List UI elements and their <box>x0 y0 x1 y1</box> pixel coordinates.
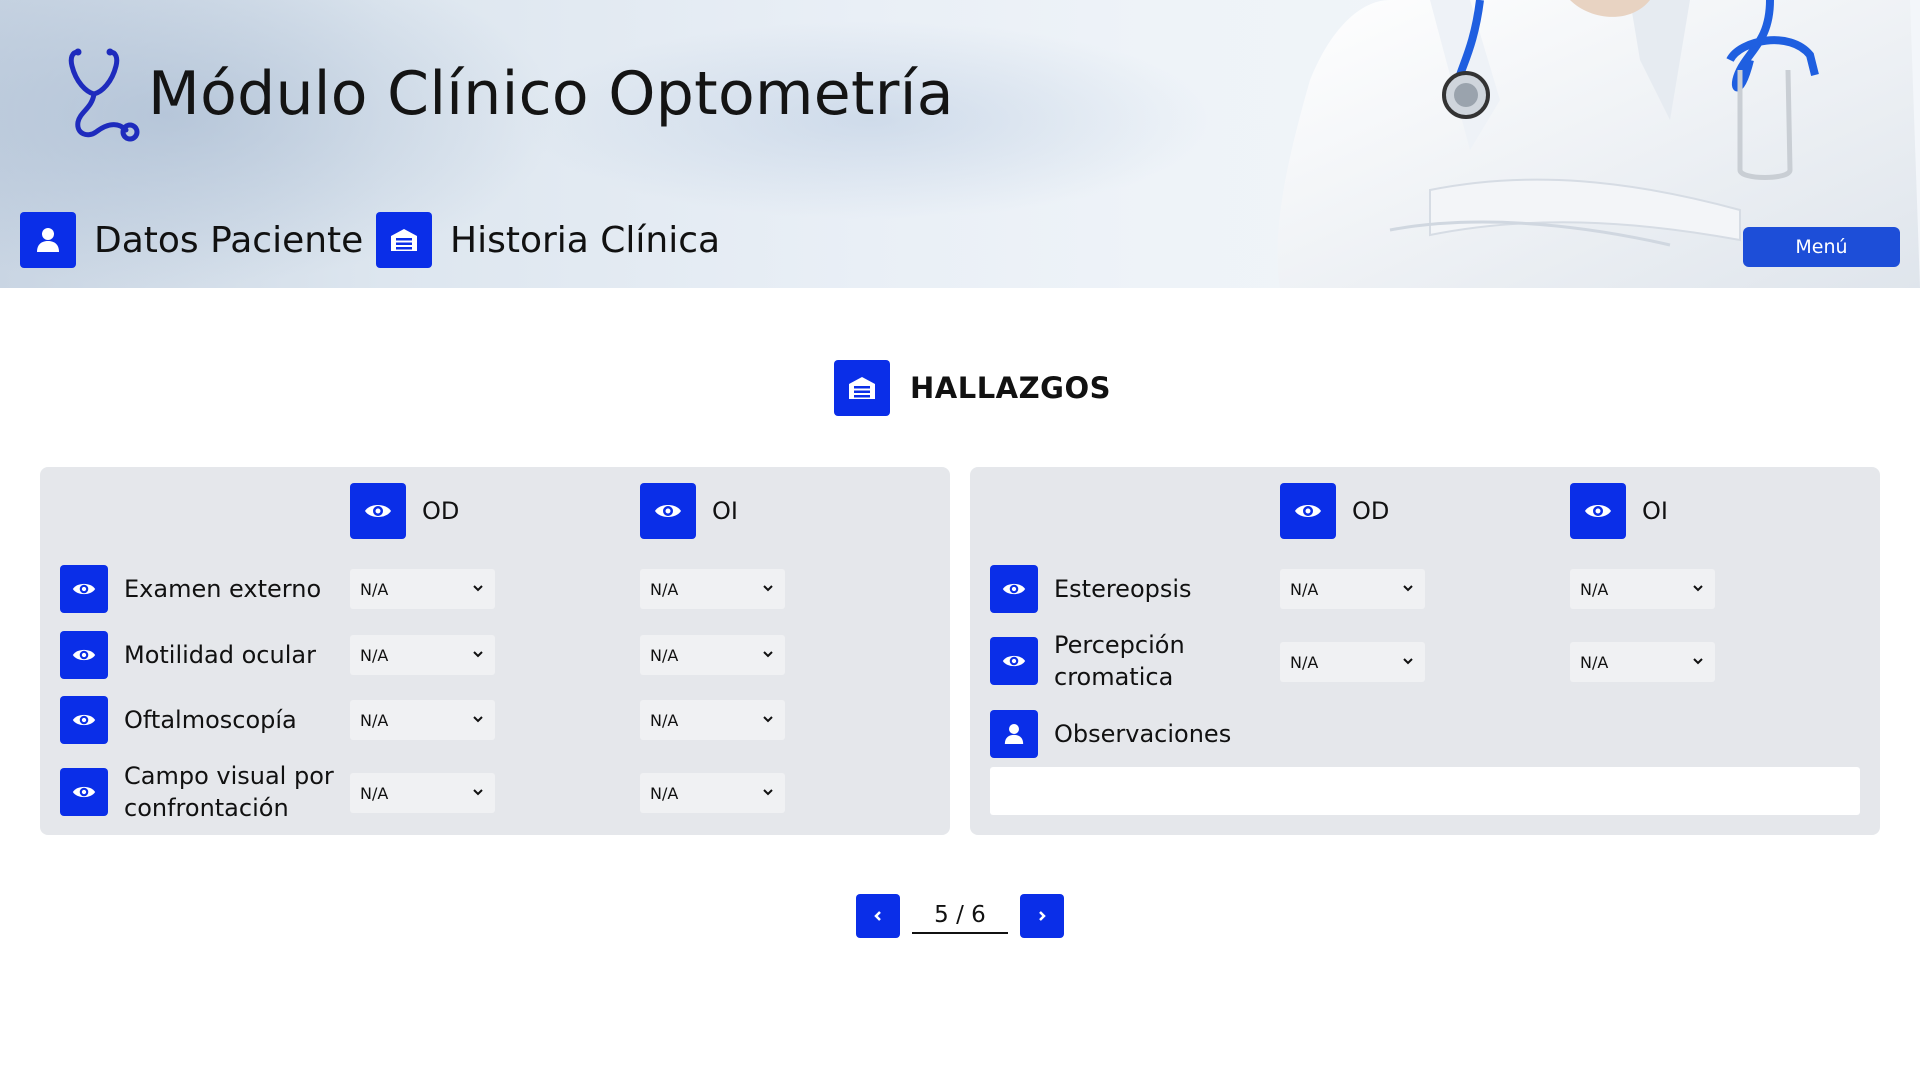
stethoscope-icon <box>68 48 140 142</box>
next-page-button[interactable] <box>1020 894 1064 938</box>
eye-icon <box>990 565 1038 613</box>
app-title: Módulo Clínico Optometría <box>148 59 954 129</box>
chevron-right-icon <box>1039 911 1046 921</box>
select-wrapper: N/A <box>1570 569 1715 609</box>
examen-externo-oi-select[interactable]: N/A <box>640 569 785 609</box>
observaciones-label: Observaciones <box>1054 720 1232 748</box>
nav-historia-clinica[interactable]: Historia Clínica <box>376 212 720 268</box>
row-motilidad-ocular: Motilidad ocular <box>60 631 316 679</box>
nav-historia-clinica-label: Historia Clínica <box>450 219 721 261</box>
row-examen-externo: Examen externo <box>60 565 321 613</box>
row-label: Campo visual por confrontación <box>124 760 334 824</box>
clinic-icon <box>834 360 890 416</box>
examen-externo-od-select[interactable]: N/A <box>350 569 495 609</box>
row-label-line: Percepción <box>1054 631 1185 659</box>
menu-button[interactable]: Menú <box>1743 227 1900 267</box>
campo-visual-oi-select[interactable]: N/A <box>640 773 785 813</box>
select-wrapper: N/A <box>1570 642 1715 682</box>
clinic-icon <box>376 212 432 268</box>
section-title: HALLAZGOS <box>834 360 1111 416</box>
oftalmoscopia-oi-select[interactable]: N/A <box>640 700 785 740</box>
column-oi-label: OI <box>712 497 738 525</box>
select-wrapper: N/A <box>640 773 785 813</box>
row-oftalmoscopia: Oftalmoscopía <box>60 696 297 744</box>
eye-icon <box>1570 483 1626 539</box>
select-wrapper: N/A <box>350 569 495 609</box>
column-oi-label: OI <box>1642 497 1668 525</box>
section-title-label: HALLAZGOS <box>910 371 1111 405</box>
select-wrapper: N/A <box>640 635 785 675</box>
page-indicator: 5 / 6 <box>912 898 1008 934</box>
row-label: Oftalmoscopía <box>124 706 297 734</box>
row-campo-visual: Campo visual por confrontación <box>60 760 334 824</box>
campo-visual-od-select[interactable]: N/A <box>350 773 495 813</box>
nav-datos-paciente-label: Datos Paciente <box>94 219 364 261</box>
eye-icon <box>60 768 108 816</box>
column-od-label: OD <box>422 497 460 525</box>
select-wrapper: N/A <box>640 569 785 609</box>
app-title-group: Módulo Clínico Optometría <box>66 46 954 142</box>
observaciones-input[interactable] <box>990 767 1860 815</box>
select-wrapper: N/A <box>1280 642 1425 682</box>
row-estereopsis: Estereopsis <box>990 565 1192 613</box>
estereopsis-od-select[interactable]: N/A <box>1280 569 1425 609</box>
eye-icon <box>60 565 108 613</box>
chevron-left-icon <box>874 911 881 921</box>
column-header-oi: OI <box>640 483 738 539</box>
row-label-line: Campo visual por <box>124 762 334 790</box>
row-label: Estereopsis <box>1054 575 1192 603</box>
eye-icon <box>990 637 1038 685</box>
percepcion-cromatica-oi-select[interactable]: N/A <box>1570 642 1715 682</box>
findings-panel-right: OD OI Estereopsis N/A N/A Percepción cro… <box>970 467 1880 835</box>
eye-icon <box>60 696 108 744</box>
column-header-oi: OI <box>1570 483 1668 539</box>
column-header-od: OD <box>1280 483 1389 539</box>
row-label-line: cromatica <box>1054 663 1174 691</box>
user-icon <box>990 710 1038 758</box>
select-wrapper: N/A <box>350 700 495 740</box>
estereopsis-oi-select[interactable]: N/A <box>1570 569 1715 609</box>
select-wrapper: N/A <box>1280 569 1425 609</box>
row-percepcion-cromatica: Percepción cromatica <box>990 629 1185 693</box>
nav-datos-paciente[interactable]: Datos Paciente <box>20 212 363 268</box>
user-icon <box>20 212 76 268</box>
findings-panel-left: OD OI Examen externo N/A N/A Motilidad o… <box>40 467 950 835</box>
motilidad-ocular-od-select[interactable]: N/A <box>350 635 495 675</box>
row-label: Motilidad ocular <box>124 641 316 669</box>
header-banner: Módulo Clínico Optometría Datos Paciente… <box>0 0 1920 288</box>
select-wrapper: N/A <box>350 635 495 675</box>
column-od-label: OD <box>1352 497 1390 525</box>
eye-icon <box>1280 483 1336 539</box>
row-observaciones: Observaciones <box>990 710 1231 758</box>
select-wrapper: N/A <box>640 700 785 740</box>
eye-icon <box>640 483 696 539</box>
column-header-od: OD <box>350 483 459 539</box>
eye-icon <box>60 631 108 679</box>
motilidad-ocular-oi-select[interactable]: N/A <box>640 635 785 675</box>
percepcion-cromatica-od-select[interactable]: N/A <box>1280 642 1425 682</box>
previous-page-button[interactable] <box>856 894 900 938</box>
oftalmoscopia-od-select[interactable]: N/A <box>350 700 495 740</box>
row-label: Examen externo <box>124 575 322 603</box>
select-wrapper: N/A <box>350 773 495 813</box>
row-label: Percepción cromatica <box>1054 629 1185 693</box>
row-label-line: confrontación <box>124 794 289 822</box>
eye-icon <box>350 483 406 539</box>
